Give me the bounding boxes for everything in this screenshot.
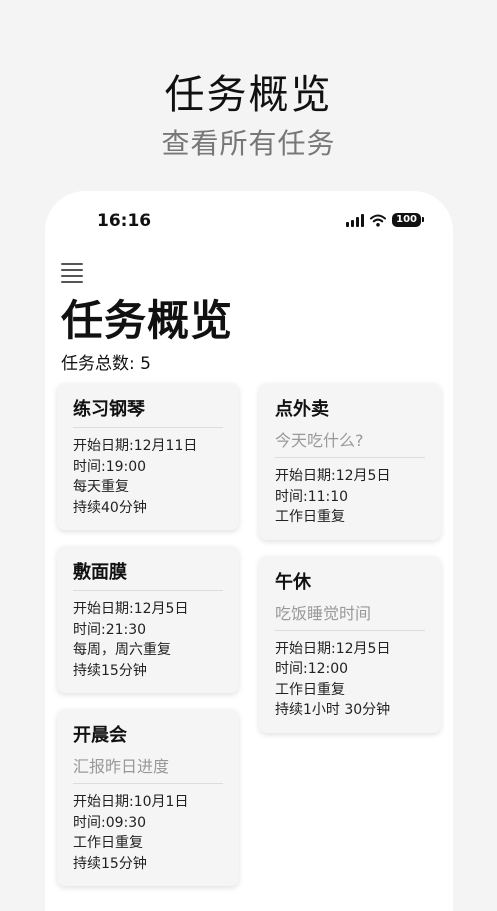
task-detail: 开始日期:12月5日 [73,601,189,617]
phone-screen: 16:16 100 任务概览 任务总数: 5 练习钢琴 开始日期:12月11日 时间… [45,191,453,911]
task-title: 午休 [275,571,311,593]
task-detail: 持续15分钟 [73,855,147,872]
task-card[interactable]: 点外卖今天吃什么? 开始日期:12月5日 时间:11:10 工作日重复 [259,383,441,540]
promo-title: 任务概览 [164,72,333,118]
task-detail: 时间:12:00 [275,661,349,677]
card-divider [73,783,223,784]
wifi-icon [370,214,387,227]
task-detail: 工作日重复 [275,509,345,525]
task-detail: 每周，周六重复 [73,642,171,658]
card-divider [73,590,223,591]
task-title: 点外卖 [275,399,329,420]
task-card[interactable]: 敷面膜开始日期:12月5日 时间:21:30 每周，周六重复 持续15分钟 [57,546,239,693]
task-title: 开晨会 [73,725,127,746]
card-divider [275,629,425,631]
task-title: 敷面膜 [73,562,127,583]
card-divider [73,427,223,428]
task-card[interactable]: 开晨会汇报昨日进度开始日期:10月1日 时间:09:30 工作日重复持续15分钟 [57,709,239,886]
task-detail: 每天重复 [73,479,129,495]
task-detail: 持续15分钟 [73,662,147,679]
task-card[interactable]: 午休吃饭睡觉时间开始日期:12月5日 时间:12:00 工作日重复持续1小时 30分… [259,555,441,733]
task-count: 任务总数: 5 [61,354,151,374]
task-card[interactable]: 练习钢琴开始日期:12月11日 时间:19:00 每天重复持续40分钟 [57,383,239,530]
promo-subtitle: 查看所有任务 [161,127,336,160]
task-subtitle: 吃饭睡觉时间 [275,603,372,623]
task-detail: 持续1小时 30分钟 [275,702,391,718]
task-column-right: 点外卖 今天吃什么? 开始日期:12月5日 时间:11:10 工作日重复 午休 吃饭睡觉时间… [259,383,441,749]
status-time: 16:16 [97,211,152,231]
card-divider [275,457,425,458]
task-subtitle: 汇报昨日进度 [73,757,170,776]
page-title: 任务概览 [61,296,234,345]
task-detail: 时间:09:30 [73,814,147,831]
task-detail: 时间:11:10 [275,488,349,505]
task-detail: 时间:19:00 [73,458,147,475]
task-detail: 开始日期:12月5日 [275,468,391,484]
task-detail: 开始日期:12月5日 [275,640,391,657]
task-detail: 时间:21:30 [73,621,147,638]
task-detail: 持续40分钟 [73,499,147,516]
task-column-left: 练习钢琴 开始日期:12月11日 时间:19:00 每天重复 持续40分钟 敷面膜 开始日期… [57,383,239,902]
signal-icon [346,213,365,227]
task-detail: 工作日重复 [73,835,143,851]
task-detail: 开始日期:10月1日 [73,794,189,810]
menu-icon[interactable] [61,263,83,283]
status-bar: 16:16 100 [45,209,453,233]
status-icons: 100 [346,213,424,227]
task-detail: 工作日重复 [275,681,345,698]
battery-icon: 100 [392,213,424,227]
task-subtitle: 今天吃什么? [275,431,364,450]
task-title: 练习钢琴 [73,399,145,420]
task-detail: 开始日期:12月11日 [73,438,198,454]
